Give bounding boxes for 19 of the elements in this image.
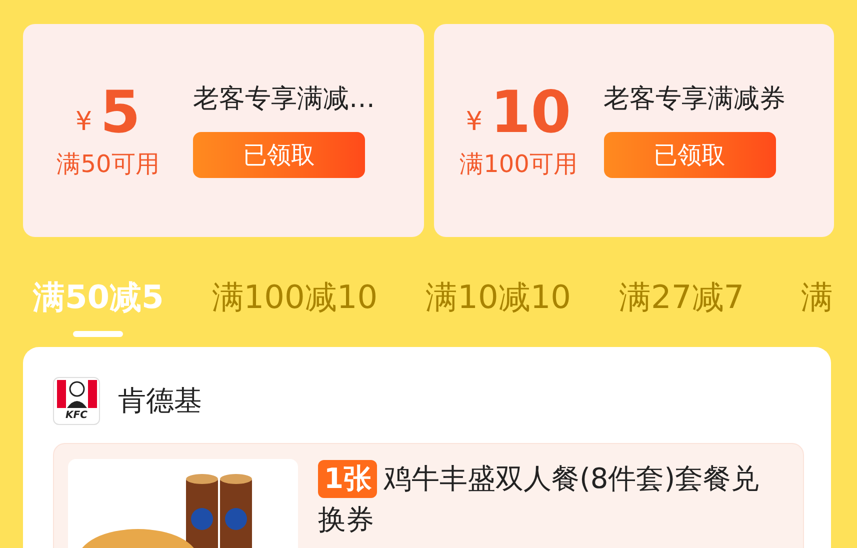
currency-symbol: ¥ [466, 108, 482, 134]
product-card[interactable]: 1张 鸡牛丰盛双人餐(8件套)套餐兑换券 [53, 443, 804, 548]
coupon-amount: 5 [100, 82, 140, 140]
logo-text: KFC [66, 411, 88, 421]
coupon-condition: 满100可用 [460, 148, 578, 178]
coupon-title: 老客专享满减… [193, 83, 375, 116]
filter-tab[interactable]: 满 [792, 277, 842, 337]
product-title: 1张 鸡牛丰盛双人餐(8件套)套餐兑换券 [318, 459, 760, 538]
coupon-title: 老客专享满减券 [604, 83, 786, 116]
filter-tab[interactable]: 满10减10 [426, 277, 572, 337]
store-name: 肯德基 [118, 383, 202, 419]
quantity-badge: 1张 [318, 460, 378, 498]
claim-button[interactable]: 已领取 [193, 132, 365, 178]
filter-tab[interactable]: 满100减10 [212, 277, 378, 337]
coupon-amount: 10 [490, 82, 572, 140]
currency-symbol: ¥ [76, 108, 92, 134]
claim-button[interactable]: 已领取 [604, 132, 776, 178]
coupon-condition: 满50可用 [56, 148, 160, 178]
filter-tab[interactable]: 满27减7 [619, 277, 744, 337]
